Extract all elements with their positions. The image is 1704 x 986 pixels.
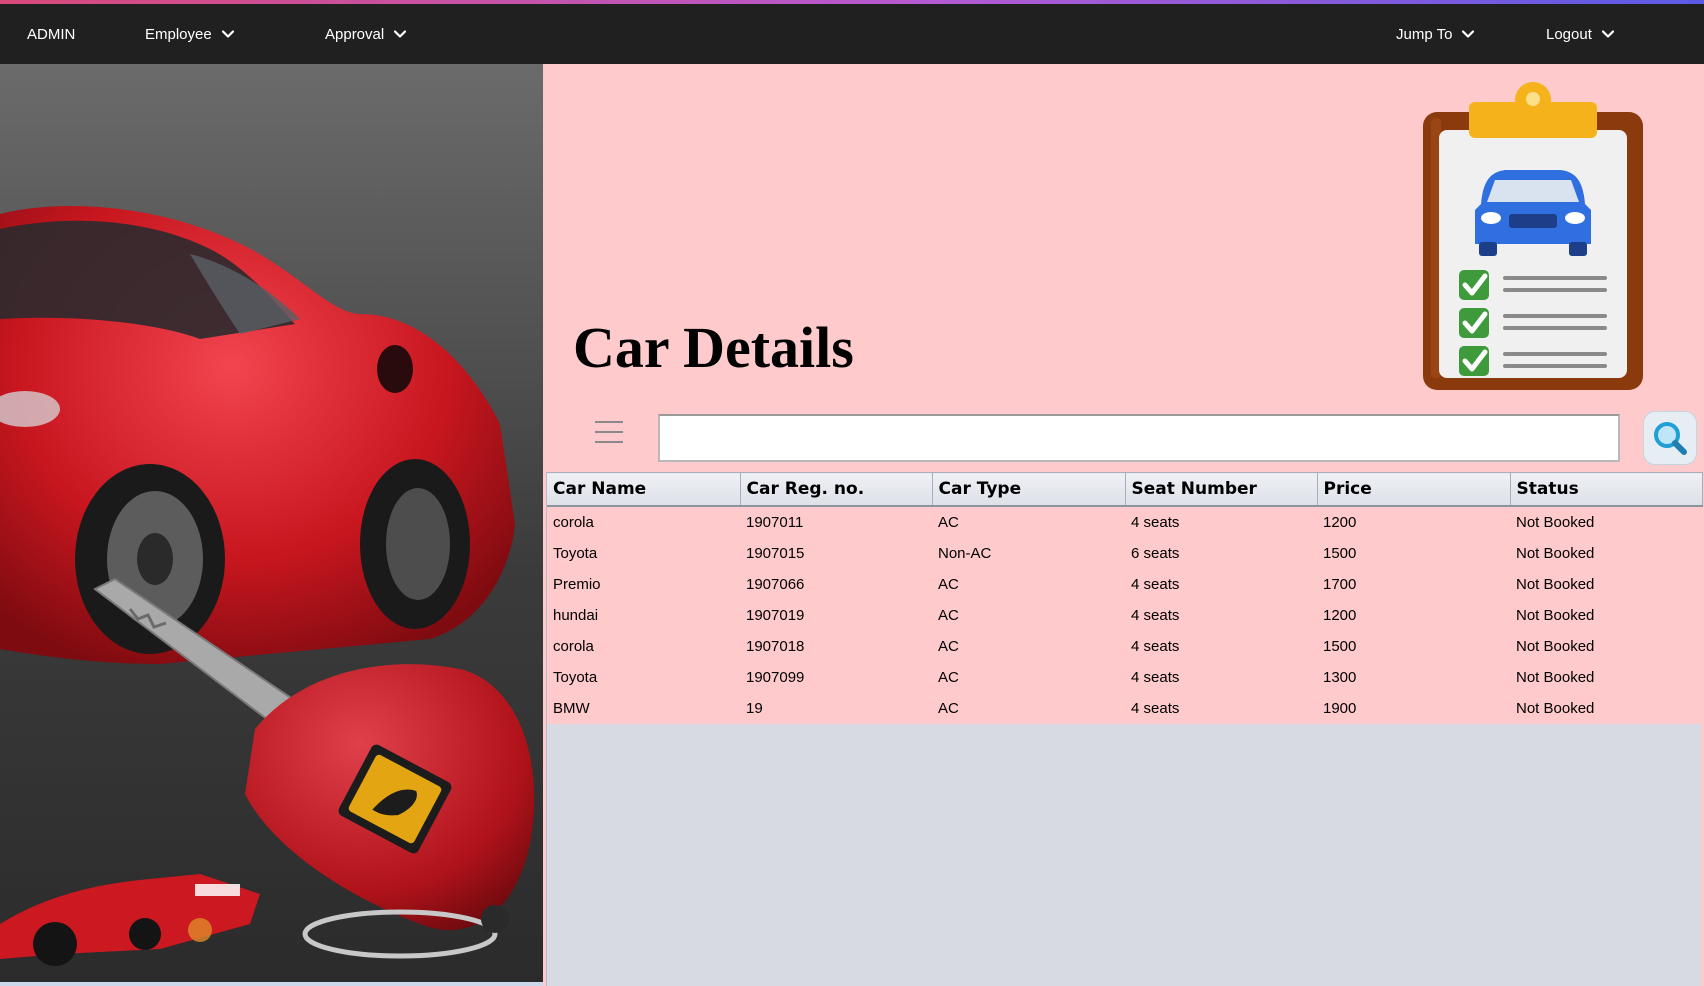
car-checklist-clipboard-icon [1423, 82, 1643, 390]
nav-jump-to-label: Jump To [1396, 25, 1453, 43]
cell-car-type: AC [932, 568, 1125, 600]
car-details-table: Car Name Car Reg. no. Car Type Seat Numb… [547, 472, 1703, 724]
photo-bottom-border [0, 982, 543, 986]
cell-price: 1200 [1317, 599, 1510, 631]
chevron-down-icon [394, 30, 407, 38]
chevron-down-icon [1462, 30, 1475, 38]
search-button[interactable] [1643, 411, 1697, 465]
table-row[interactable]: corola 1907018 AC 4 seats 1500 Not Booke… [547, 630, 1702, 662]
car-key-photo [0, 64, 543, 982]
cell-car-type: AC [932, 599, 1125, 631]
table-row[interactable]: hundai 1907019 AC 4 seats 1200 Not Booke… [547, 599, 1702, 631]
nav-jump-to-menu[interactable]: Jump To [1396, 4, 1475, 64]
table-row[interactable]: Premio 1907066 AC 4 seats 1700 Not Booke… [547, 568, 1702, 600]
chevron-down-icon [1601, 30, 1614, 38]
cell-car-type: Non-AC [932, 537, 1125, 569]
column-header-car-reg-no[interactable]: Car Reg. no. [740, 472, 933, 507]
cell-car-reg-no: 1907019 [740, 599, 932, 631]
table-row[interactable]: corola 1907011 AC 4 seats 1200 Not Booke… [547, 506, 1702, 538]
cell-car-type: AC [932, 506, 1125, 538]
cell-status: Not Booked [1510, 630, 1702, 662]
cell-car-name: Toyota [547, 537, 740, 569]
nav-approval-label: Approval [325, 25, 385, 43]
cell-car-reg-no: 1907011 [740, 506, 932, 538]
cell-car-name: corola [547, 630, 740, 662]
cell-price: 1500 [1317, 537, 1510, 569]
cell-seat-number: 4 seats [1125, 630, 1317, 662]
cell-price: 1300 [1317, 661, 1510, 693]
cell-status: Not Booked [1510, 692, 1702, 724]
nav-logout-label: Logout [1546, 25, 1592, 43]
cell-car-type: AC [932, 630, 1125, 662]
cell-car-name: Premio [547, 568, 740, 600]
column-header-status[interactable]: Status [1510, 472, 1703, 507]
cell-status: Not Booked [1510, 537, 1702, 569]
table-header-row: Car Name Car Reg. no. Car Type Seat Numb… [547, 472, 1703, 507]
cell-status: Not Booked [1510, 506, 1702, 538]
cell-status: Not Booked [1510, 568, 1702, 600]
red-car-illustration [0, 64, 543, 982]
cell-price: 1900 [1317, 692, 1510, 724]
cell-car-reg-no: 1907018 [740, 630, 932, 662]
nav-employee-label: Employee [145, 25, 212, 43]
cell-seat-number: 4 seats [1125, 506, 1317, 538]
cell-seat-number: 6 seats [1125, 537, 1317, 569]
table-row[interactable]: Toyota 1907015 Non-AC 6 seats 1500 Not B… [547, 537, 1702, 569]
nav-admin-label: ADMIN [27, 25, 76, 43]
car-table-container: Car Name Car Reg. no. Car Type Seat Numb… [546, 472, 1703, 986]
page-title: Car Details [573, 315, 854, 380]
column-header-car-type[interactable]: Car Type [932, 472, 1126, 507]
cell-status: Not Booked [1510, 599, 1702, 631]
cell-seat-number: 4 seats [1125, 692, 1317, 724]
cell-seat-number: 4 seats [1125, 599, 1317, 631]
cell-car-type: AC [932, 692, 1125, 724]
cell-car-name: hundai [547, 599, 740, 631]
cell-car-name: BMW [547, 692, 740, 724]
nav-employee-menu[interactable]: Employee [145, 4, 234, 64]
column-header-price[interactable]: Price [1317, 472, 1511, 507]
cell-price: 1500 [1317, 630, 1510, 662]
top-navbar: ADMIN Employee Approval Jump To Logout [0, 4, 1704, 64]
cell-price: 1700 [1317, 568, 1510, 600]
hamburger-menu-icon[interactable] [595, 421, 623, 443]
search-icon [1654, 422, 1687, 455]
column-header-car-name[interactable]: Car Name [547, 472, 741, 507]
cell-car-reg-no: 1907099 [740, 661, 932, 693]
nav-admin[interactable]: ADMIN [27, 4, 75, 64]
nav-logout-menu[interactable]: Logout [1546, 4, 1614, 64]
chevron-down-icon [221, 30, 234, 38]
cell-price: 1200 [1317, 506, 1510, 538]
cell-car-name: corola [547, 506, 740, 538]
cell-car-type: AC [932, 661, 1125, 693]
cell-status: Not Booked [1510, 661, 1702, 693]
cell-seat-number: 4 seats [1125, 568, 1317, 600]
table-row[interactable]: BMW 19 AC 4 seats 1900 Not Booked [547, 692, 1702, 724]
cell-car-name: Toyota [547, 661, 740, 693]
cell-car-reg-no: 1907015 [740, 537, 932, 569]
table-row[interactable]: Toyota 1907099 AC 4 seats 1300 Not Booke… [547, 661, 1702, 693]
column-header-seat-number[interactable]: Seat Number [1125, 472, 1318, 507]
cell-seat-number: 4 seats [1125, 661, 1317, 693]
search-input[interactable] [658, 414, 1620, 462]
nav-approval-menu[interactable]: Approval [325, 4, 407, 64]
cell-car-reg-no: 1907066 [740, 568, 932, 600]
cell-car-reg-no: 19 [740, 692, 932, 724]
